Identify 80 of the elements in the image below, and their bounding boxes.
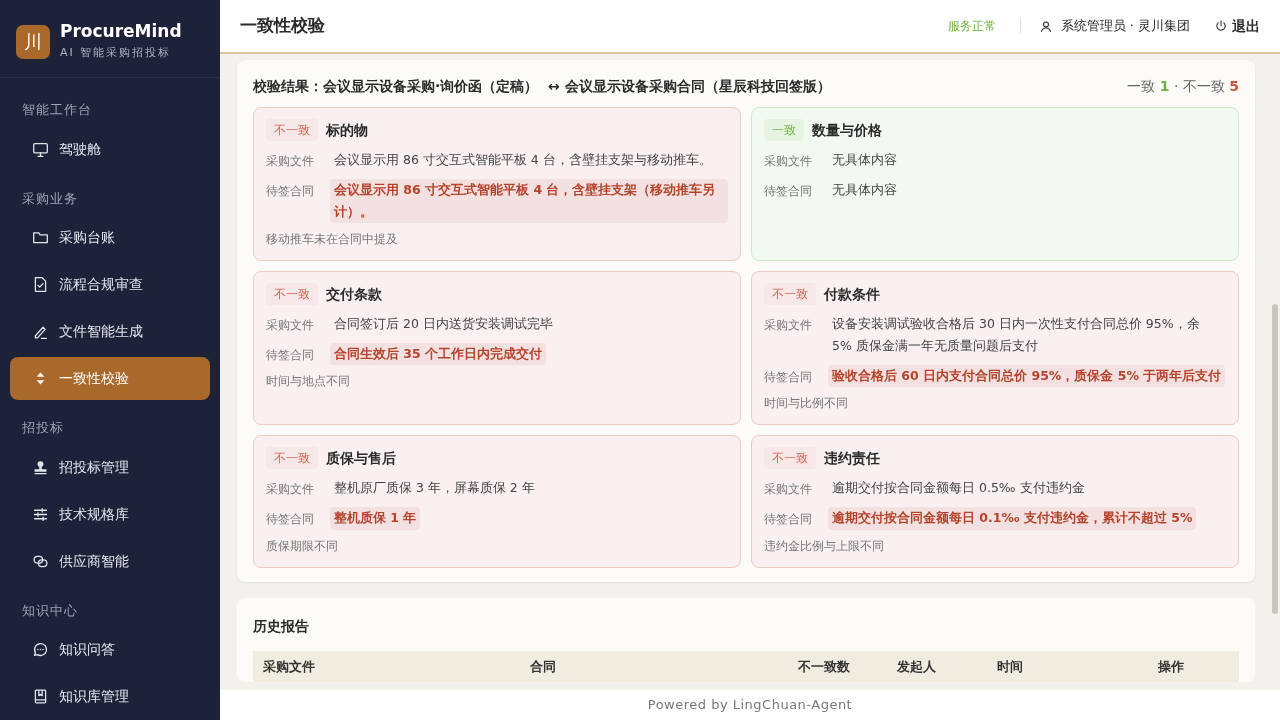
logo: 川 (16, 24, 50, 59)
row-label: 采购文件 (764, 317, 813, 335)
column-header: 发起人 (896, 657, 938, 676)
row-label: 待签合同 (764, 511, 813, 529)
row-label: 待签合同 (764, 183, 813, 201)
scrollbar[interactable] (1272, 304, 1278, 614)
difference-note: 时间与地点不同 (266, 373, 351, 391)
section-heading: 智能工作台 (21, 101, 93, 120)
card-title: 质保与售后 (326, 448, 396, 468)
power-icon (1214, 19, 1228, 33)
highlighted-text: 验收合格后 60 日内支付合同总价 95%，质保金 5% 于两年后支付 (828, 364, 1226, 387)
clause-text: 无具体内容 (831, 151, 898, 169)
sidebar-item[interactable]: 驾驶舱 (10, 127, 210, 171)
clause-text: 无具体内容 (831, 181, 898, 200)
clause-text: 逾期交付按合同金额每日 0.5‰ 支付违约金 (831, 479, 1086, 498)
service-status: 服务正常 (947, 18, 996, 35)
row-label: 采购文件 (266, 481, 315, 499)
row-label: 待签合同 (266, 511, 315, 529)
difference-note: 违约金比例与上限不同 (764, 537, 885, 555)
column-header: 合同 (529, 657, 558, 676)
status-tag: 不一致 (764, 447, 816, 470)
sidebar-item[interactable]: 文件智能生成 (10, 310, 210, 354)
chat-icon (32, 641, 49, 659)
status-tag: 不一致 (266, 283, 318, 306)
row-label: 采购文件 (266, 317, 315, 335)
result-heading: 校验结果：会议显示设备采购·询价函（定稿） ↔ 会议显示设备采购合同（星辰科技回签版） (253, 77, 831, 96)
section-heading: 招投标 (21, 419, 65, 438)
sidebar-item[interactable]: 知识问答 (10, 628, 210, 672)
user-name: 系统管理员 · 灵川集团 (1060, 17, 1190, 36)
sidebar-item[interactable]: 招投标管理 (10, 445, 210, 489)
book-icon (32, 688, 49, 706)
card-title: 数量与价格 (812, 120, 882, 140)
document-check-icon (32, 276, 49, 294)
status-tag: 一致 (764, 119, 804, 141)
footer-text: Powered by LingChuan-Agent (647, 696, 853, 715)
brand-tagline: AI 智能采购招投标 (60, 44, 173, 61)
row-label: 采购文件 (764, 153, 813, 170)
highlighted-text: 逾期交付按合同金额每日 0.1‰ 支付违约金，累计不超过 5% (828, 507, 1197, 530)
clause-text: 设备安装调试验收合格后 30 日内一次性支付合同总价 95%，余 5% 质保金满一年无质量问题后支付 (831, 315, 1201, 355)
card-title: 付款条件 (824, 284, 880, 304)
row-label: 采购文件 (764, 481, 813, 499)
highlighted-text: 整机质保 1 年 (330, 507, 421, 530)
status-tag: 不一致 (266, 447, 318, 470)
row-label: 待签合同 (266, 183, 315, 201)
stamp-icon (32, 458, 49, 476)
brand-name: ProcureMind (60, 22, 182, 41)
sidebar-item[interactable]: 供应商智能 (10, 539, 210, 583)
card-title: 标的物 (326, 120, 368, 140)
logout-link[interactable]: 退出 (1214, 15, 1260, 37)
section-heading: 采购业务 (21, 189, 79, 208)
sidebar-item[interactable]: 流程合规审查 (10, 263, 210, 307)
clause-text: 整机原厂质保 3 年，屏幕质保 2 年 (333, 479, 536, 498)
clause-text: 合同签订后 20 日内送货安装调试完毕 (333, 315, 554, 334)
status-tag: 不一致 (266, 119, 318, 141)
section-heading: 知识中心 (21, 601, 79, 620)
monitor-icon (32, 140, 49, 158)
status-tag: 不一致 (764, 283, 816, 306)
column-header: 不一致数 (796, 657, 851, 676)
column-header: 时间 (995, 657, 1024, 676)
section-title: 历史报告 (253, 616, 310, 636)
difference-note: 时间与比例不同 (764, 395, 849, 412)
difference-note: 质保期限不同 (266, 537, 339, 555)
card-title: 违约责任 (824, 448, 880, 468)
difference-note: 移动推车未在合同中提及 (266, 230, 399, 248)
sliders-icon (32, 505, 49, 523)
sidebar-item[interactable]: 知识库管理 (10, 675, 210, 719)
column-header: 操作 (1157, 657, 1186, 676)
highlighted-text: 合同生效后 35 个工作日内完成交付 (330, 343, 547, 366)
clause-text: 会议显示用 86 寸交互式智能平板 4 台，含壁挂支架与移动推车。 (333, 151, 713, 169)
sidebar-item[interactable]: 技术规格库 (10, 492, 210, 536)
highlighted-text: 会议显示用 86 寸交互式智能平板 4 台，含壁挂支架（移动推车另计）。 (330, 179, 728, 223)
column-header: 采购文件 (262, 657, 316, 676)
page-title: 一致性校验 (240, 14, 325, 38)
result-summary: 一致 1 · 不一致 5 (1127, 77, 1239, 96)
sidebar-item[interactable]: 一致性校验 (10, 357, 210, 401)
row-label: 采购文件 (266, 153, 315, 170)
row-label: 待签合同 (266, 347, 315, 365)
card-title: 交付条款 (326, 284, 382, 304)
sidebar-item[interactable]: 采购台账 (10, 216, 210, 260)
row-label: 待签合同 (764, 368, 813, 386)
